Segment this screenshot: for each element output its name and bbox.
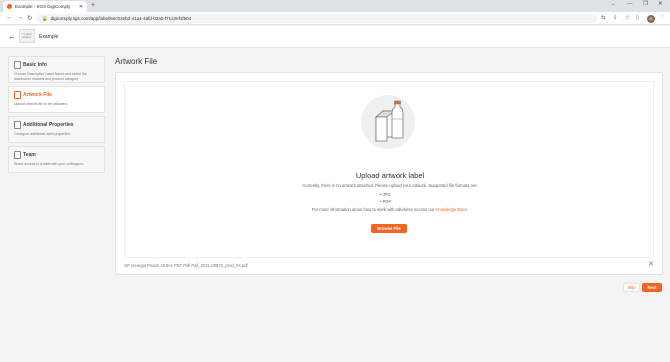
upload-title: Upload artwork label	[355, 171, 425, 180]
sidebar-item-description: Choose Descriptive Label Name and select…	[14, 72, 87, 81]
sidebar-item-description: Configure additional label properties.	[14, 132, 72, 136]
forward-icon[interactable]: →	[17, 14, 24, 21]
profile-avatar[interactable]: M	[647, 14, 655, 23]
info-text: For more information about how to work w…	[311, 207, 436, 212]
next-button[interactable]: Next	[642, 283, 662, 292]
back-icon[interactable]: ←	[6, 14, 13, 21]
steps-sidebar: Basic Info Choose Descriptive Label Name…	[8, 56, 105, 176]
tab-title: Example - SGS DigiComply	[15, 4, 71, 9]
browser-menu-icon[interactable]: ⋮	[660, 15, 666, 21]
side-panel-icon[interactable]: ▯	[636, 15, 639, 21]
info-line: For more information about how to work w…	[116, 207, 664, 212]
sidebar-item-label: Basic Info	[23, 62, 47, 68]
document-icon	[14, 91, 21, 99]
sidebar-item-artwork-file[interactable]: Artwork File Upload artwork file to be v…	[8, 86, 105, 113]
sidebar-item-additional-properties[interactable]: Additional Properties Configure addition…	[8, 116, 105, 143]
artwork-upload-card: Upload artwork label Currently, there is…	[115, 72, 663, 275]
maximize-window-button[interactable]: ❐	[643, 1, 648, 7]
label-thumbnail: no label artwork	[19, 29, 35, 43]
tab-close-icon[interactable]: ✕	[79, 4, 83, 10]
bookmark-star-icon[interactable]: ☆	[625, 15, 630, 21]
sidebar-item-label: Additional Properties	[23, 122, 74, 128]
sidebar-item-description: Share access to a label with your collea…	[14, 162, 85, 166]
milk-carton-illustration-icon	[361, 95, 415, 149]
back-arrow-icon[interactable]: ←	[8, 32, 16, 41]
new-tab-button[interactable]: +	[91, 2, 95, 9]
info-suffix: .	[466, 207, 469, 212]
knowledge-base-link[interactable]: Knowledge Base	[435, 207, 466, 212]
format-item: • JPG	[380, 192, 391, 197]
share-icon[interactable]: ⇪	[613, 15, 618, 21]
document-icon	[14, 151, 21, 159]
sidebar-item-label: Artwork File	[23, 92, 52, 98]
browser-toolbar: ← → ↻ 🔒 digicomply.sgs.com/app/label/6ec…	[0, 12, 670, 25]
format-label: JPG	[382, 192, 391, 197]
attached-file-name: GP Georgia Peach 16.9oz PET Poll Pall_20…	[124, 263, 248, 268]
upload-subtitle: Currently, there is no artwork attached.…	[302, 183, 478, 188]
translate-icon[interactable]: ⇆	[601, 15, 606, 21]
browse-file-button[interactable]: Browse File	[371, 224, 407, 233]
minimize-window-button[interactable]: —	[627, 1, 633, 7]
document-icon	[14, 121, 21, 129]
skip-button[interactable]: Skip	[623, 283, 640, 292]
sgs-favicon-icon	[7, 4, 12, 9]
remove-file-icon[interactable]: ✕	[648, 260, 654, 268]
format-item: • PDF	[380, 199, 392, 204]
sidebar-item-basic-info[interactable]: Basic Info Choose Descriptive Label Name…	[8, 56, 105, 83]
browser-tab[interactable]: Example - SGS DigiComply ✕	[3, 1, 87, 12]
sidebar-item-label: Team	[23, 152, 36, 158]
page-title: Artwork File	[115, 57, 158, 66]
format-label: PDF	[382, 199, 392, 204]
label-name: Example	[39, 34, 59, 40]
sidebar-item-team[interactable]: Team Share access to a label with your c…	[8, 146, 105, 173]
tab-search-icon[interactable]: ⌄	[611, 1, 616, 7]
browser-tab-strip: Example - SGS DigiComply ✕ + ⌄ — ❐ ✕	[0, 0, 670, 12]
address-bar[interactable]: 🔒 digicomply.sgs.com/app/label/6ec02ebd-…	[37, 14, 597, 23]
app-header: ← no label artwork Example	[0, 26, 670, 48]
sidebar-item-description: Upload artwork file to be validated.	[14, 102, 68, 106]
reload-icon[interactable]: ↻	[27, 14, 32, 22]
document-icon	[14, 61, 21, 69]
lock-icon: 🔒	[42, 15, 48, 21]
close-window-button[interactable]: ✕	[658, 1, 663, 7]
url-text: digicomply.sgs.com/app/label/6ec02ebd-41…	[50, 16, 192, 21]
